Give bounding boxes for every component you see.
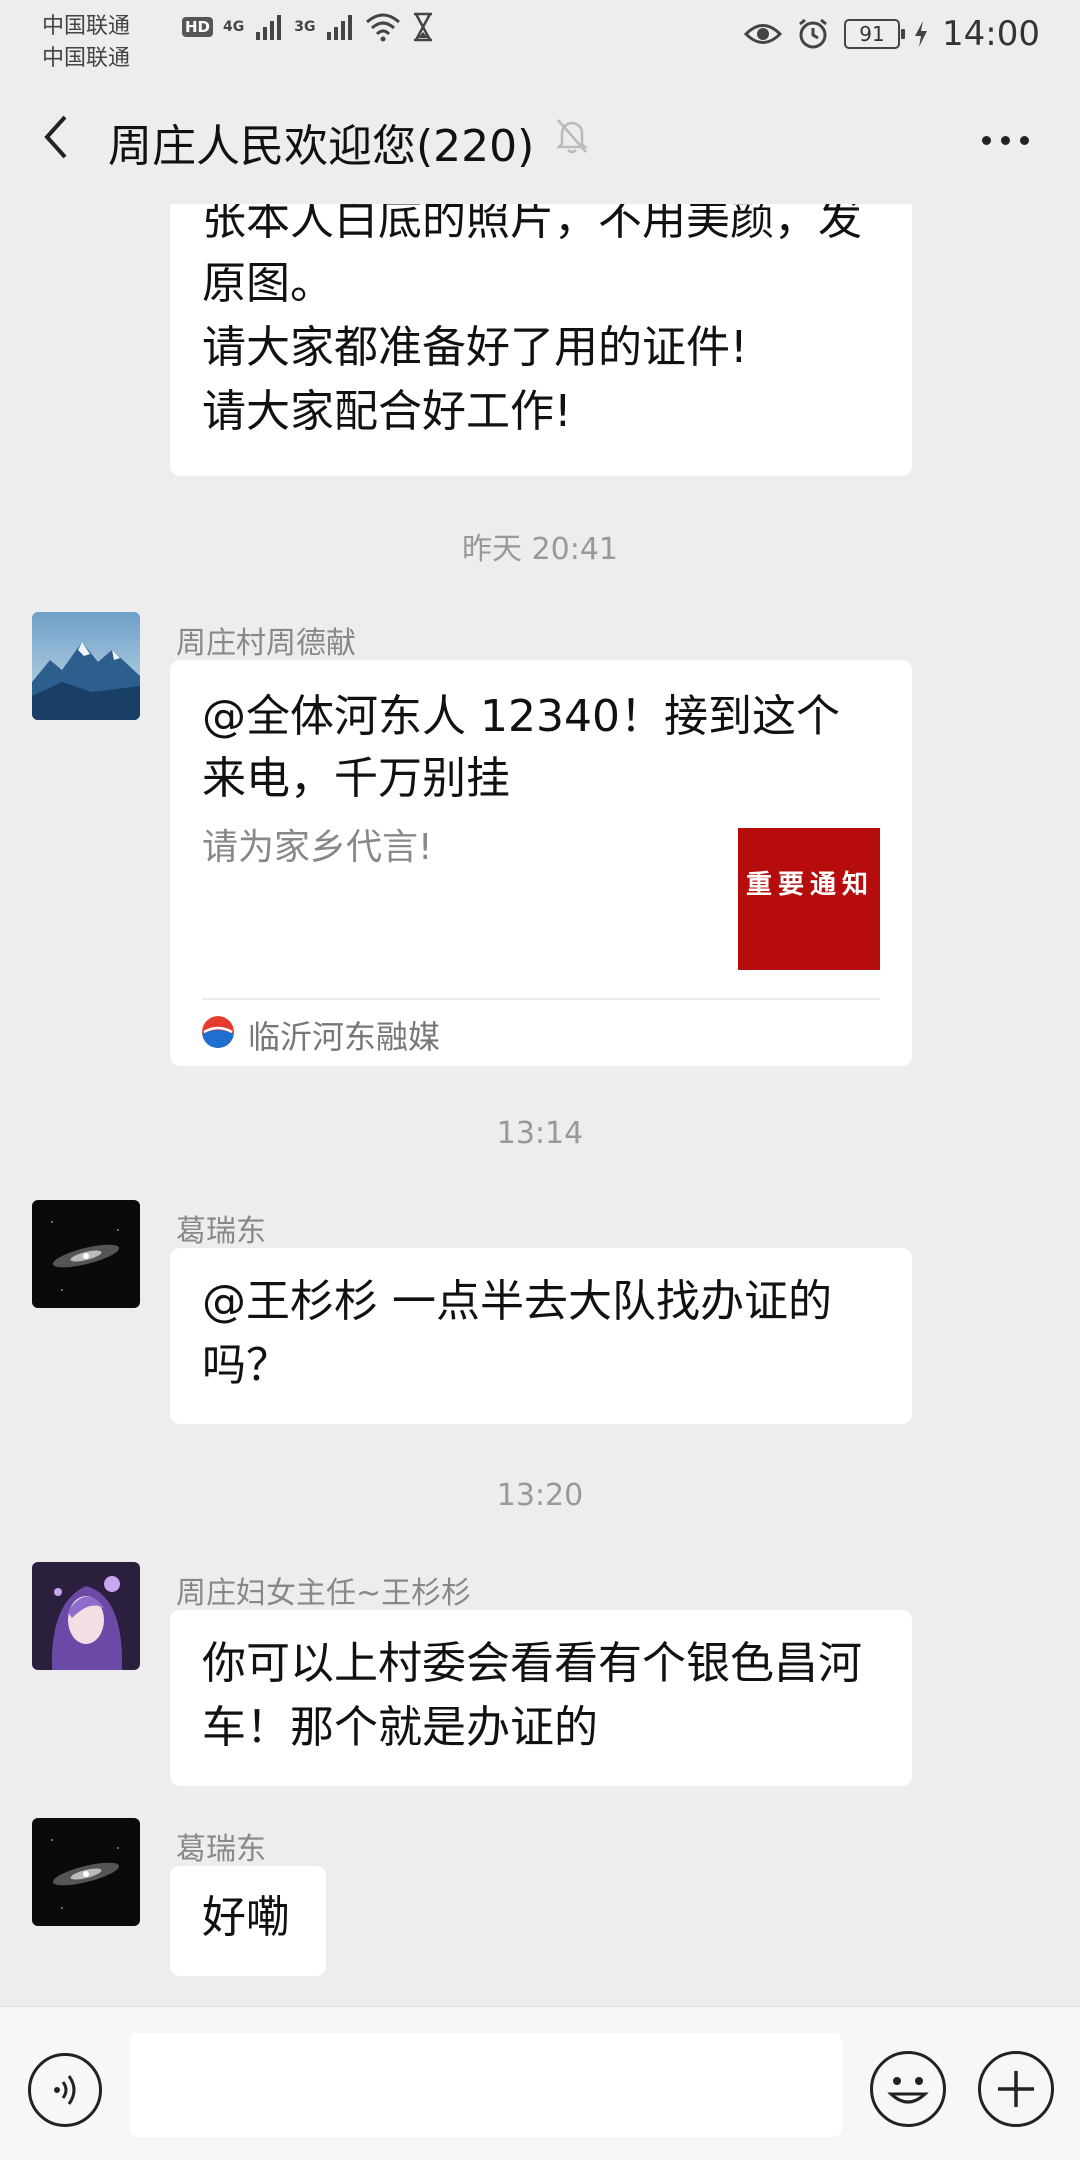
link-card-title: @全体河东人 12340！接到这个来电，千万别挂 bbox=[202, 691, 840, 804]
timestamp: 13:20 bbox=[496, 1478, 584, 1513]
network-indicators: HD 4G 3G bbox=[182, 12, 435, 42]
message-bubble[interactable]: 你可以上村委会看看有个银色昌河车！那个就是办证的 bbox=[170, 1610, 912, 1786]
battery-indicator: 91 bbox=[844, 19, 906, 49]
source-logo-icon bbox=[202, 1016, 234, 1048]
link-card-description: 请为家乡代言! bbox=[202, 827, 433, 868]
chat-message-list[interactable]: 张本人白底的照片，不用美颜，发 原图。 请大家都准备好了用的证件! 请大家配合好… bbox=[0, 204, 1080, 2006]
emoji-button[interactable] bbox=[870, 2051, 946, 2127]
network-4g-label: 4G bbox=[223, 19, 245, 35]
charging-icon bbox=[915, 21, 928, 47]
voice-button[interactable] bbox=[28, 2053, 102, 2127]
more-options-button[interactable] bbox=[970, 110, 1040, 170]
chat-title: 周庄人民欢迎您(220) bbox=[108, 121, 535, 172]
plus-icon bbox=[998, 2071, 1034, 2107]
message-line: 请大家配合好工作! bbox=[202, 386, 572, 437]
sender-name: 周庄妇女主任~王杉杉 bbox=[176, 1576, 472, 1611]
status-time: 14:00 bbox=[942, 14, 1040, 54]
message-bubble[interactable]: @王杉杉 一点半去大队找办证的吗？ bbox=[170, 1248, 912, 1424]
alarm-icon bbox=[799, 18, 827, 49]
eye-icon bbox=[744, 24, 783, 44]
more-dot bbox=[1019, 135, 1029, 145]
avatar[interactable] bbox=[32, 1818, 140, 1926]
message-line: 请大家都准备好了用的证件! bbox=[202, 322, 748, 373]
hd-badge: HD bbox=[182, 17, 214, 37]
signal-icon-2 bbox=[327, 15, 353, 40]
back-arrow-icon bbox=[44, 115, 67, 159]
input-bar bbox=[0, 2006, 1080, 2160]
message-bubble[interactable]: 好嘞 bbox=[170, 1866, 326, 1976]
more-functions-button[interactable] bbox=[978, 2051, 1054, 2127]
carrier-2: 中国联通 bbox=[42, 46, 131, 71]
chat-header: 周庄人民欢迎您(220) bbox=[0, 74, 1080, 204]
bell-off-icon bbox=[555, 119, 589, 154]
wifi-icon bbox=[366, 13, 401, 42]
back-button[interactable] bbox=[28, 102, 84, 172]
message-bubble[interactable]: 张本人白底的照片，不用美颜，发 原图。 请大家都准备好了用的证件! 请大家配合好… bbox=[170, 204, 912, 476]
avatar-galaxy-image bbox=[32, 1818, 140, 1926]
avatar-galaxy-image bbox=[32, 1200, 140, 1308]
message-text: 好嘞 bbox=[202, 1892, 290, 1943]
avatar-mountain-image bbox=[32, 612, 140, 720]
sender-name: 葛瑞东 bbox=[176, 1832, 266, 1867]
message-text: 你可以上村委会看看有个银色昌河车！那个就是办证的 bbox=[202, 1638, 862, 1753]
timestamp: 13:14 bbox=[496, 1116, 584, 1151]
battery-level: 91 bbox=[859, 22, 885, 46]
avatar[interactable] bbox=[32, 1200, 140, 1308]
divider bbox=[202, 998, 880, 1000]
more-dot bbox=[1000, 135, 1010, 145]
emoji-icon bbox=[887, 2077, 929, 2104]
avatar[interactable] bbox=[32, 1562, 140, 1670]
network-3g-label: 3G bbox=[294, 19, 316, 35]
status-bar: 中国联通 中国联通 HD 4G 3G 91 14:00 bbox=[0, 0, 1080, 74]
message-line: 原图。 bbox=[202, 258, 334, 309]
message-line: 张本人白底的照片，不用美颜，发 bbox=[202, 204, 862, 245]
more-dot bbox=[981, 135, 991, 145]
link-card[interactable]: @全体河东人 12340！接到这个来电，千万别挂 请为家乡代言! 重要通知 临沂… bbox=[170, 660, 912, 1066]
sender-name: 葛瑞东 bbox=[176, 1214, 266, 1249]
hourglass-icon bbox=[414, 12, 433, 42]
link-card-source: 临沂河东融媒 bbox=[248, 1018, 441, 1056]
carrier-1: 中国联通 bbox=[42, 14, 131, 39]
link-card-thumbnail: 重要通知 bbox=[738, 828, 880, 970]
thumbnail-text: 重要通知 bbox=[746, 870, 875, 900]
voice-icon bbox=[54, 2075, 76, 2105]
avatar-portrait-image bbox=[32, 1562, 140, 1670]
signal-icon bbox=[256, 15, 282, 40]
avatar[interactable] bbox=[32, 612, 140, 720]
message-input[interactable] bbox=[130, 2033, 842, 2137]
timestamp: 昨天 20:41 bbox=[462, 532, 618, 567]
message-text: @王杉杉 一点半去大队找办证的吗？ bbox=[202, 1276, 832, 1391]
system-indicators: 91 14:00 bbox=[744, 14, 1040, 54]
sender-name: 周庄村周德献 bbox=[176, 626, 356, 661]
